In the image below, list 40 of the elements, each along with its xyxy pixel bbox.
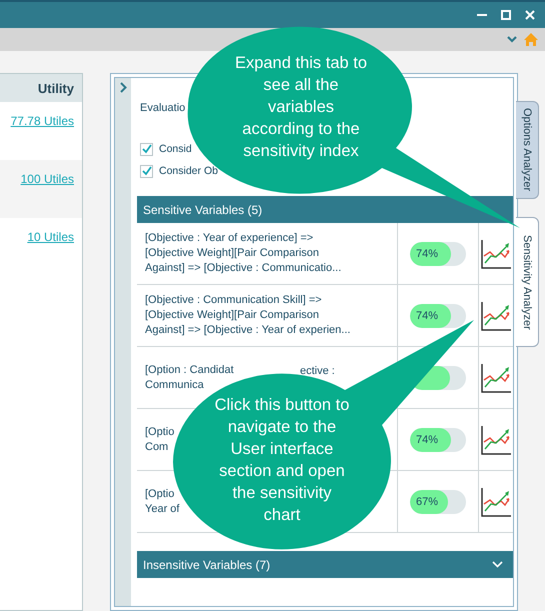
section-header[interactable]: Insensitive Variables (7)	[137, 551, 513, 578]
checkbox[interactable]	[140, 142, 153, 156]
variable-text: ective :	[300, 365, 335, 377]
callout-text: Click this button to navigate to the User interface section and open the sensitivity chart	[214, 395, 350, 526]
maximize-icon[interactable]	[501, 10, 511, 20]
checkbox-label: Consid	[159, 143, 192, 155]
utility-link[interactable]: 77.78 Utiles	[10, 114, 74, 128]
sensitivity-fill: 74%	[410, 428, 452, 452]
side-tab[interactable]: Options Analyzer	[516, 101, 539, 199]
side-tab[interactable]: Sensitivity Analyzer	[516, 217, 539, 347]
chart-button[interactable]	[480, 424, 512, 456]
line-chart-icon	[480, 238, 512, 270]
utility-link[interactable]: 10 Utiles	[27, 230, 74, 244]
sensitivity-fill: 74%	[410, 304, 452, 328]
column-header: Utility	[0, 74, 82, 102]
close-icon[interactable]	[525, 10, 535, 20]
evaluation-label: Evaluatio	[140, 102, 186, 114]
variable-text: [Optio Year of	[145, 486, 180, 516]
line-chart-icon	[480, 362, 512, 394]
chart-button[interactable]	[480, 300, 512, 332]
sensitivity-fill: 67%	[410, 490, 448, 514]
variable-text: [Objective : Year of experience] => [Objective Weight][Pair Comparison Against] => [Objective : Communicatio...	[145, 231, 342, 276]
sensitivity-fill: 74%	[410, 242, 452, 266]
chevron-icon[interactable]	[492, 561, 503, 568]
line-chart-icon	[480, 424, 512, 456]
section-header[interactable]: Sensitive Variables (5)	[137, 196, 513, 223]
line-chart-icon	[480, 486, 512, 518]
chart-button[interactable]	[480, 486, 512, 518]
chart-button[interactable]	[480, 238, 512, 270]
checkbox-label: Consider Ob	[159, 165, 218, 177]
chart-button[interactable]	[480, 362, 512, 394]
line-chart-icon	[480, 300, 512, 332]
variable-text: [Objective : Communication Skill] => [Objective Weight][Pair Comparison Against] => [Objective : Year of experien...	[145, 293, 350, 338]
callout-text: Expand this tab to see all the variables according to the sensitivity index	[234, 53, 368, 162]
utility-link[interactable]: 100 Utiles	[20, 172, 74, 186]
chevron-down-icon[interactable]	[507, 36, 517, 43]
checkbox[interactable]	[140, 164, 153, 178]
variable-text: [Optio Com	[145, 424, 174, 454]
chevron-right-icon[interactable]	[120, 82, 126, 93]
variable-text: [Option : Candidat Communica	[145, 362, 234, 392]
